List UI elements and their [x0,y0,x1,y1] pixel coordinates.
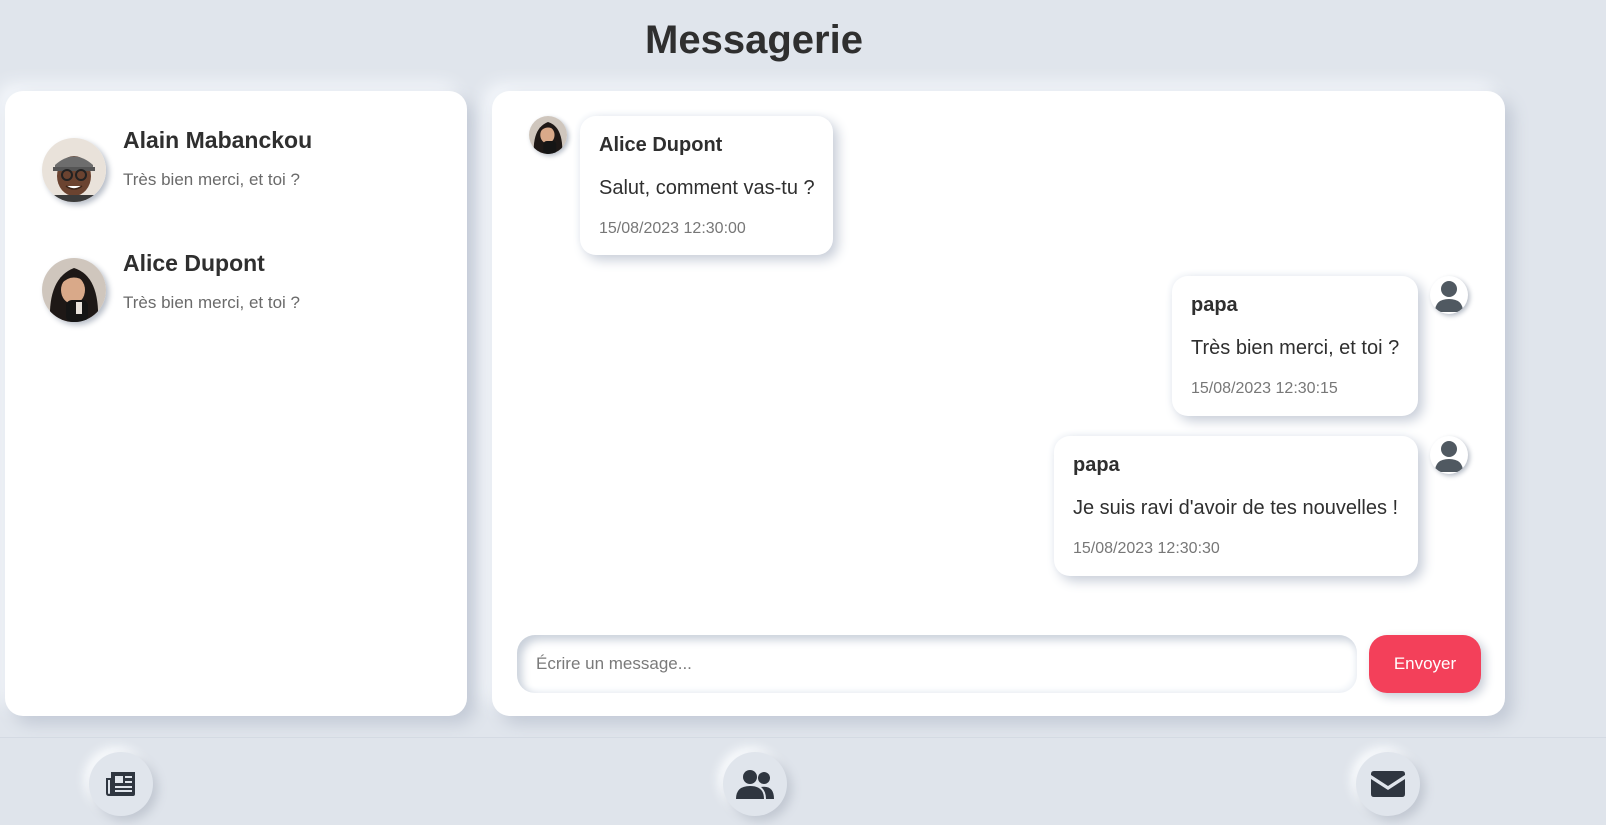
message-bubble: papa Je suis ravi d'avoir de tes nouvell… [1054,436,1418,576]
message-author: papa [1191,294,1238,316]
nav-friends-button[interactable] [723,752,787,816]
message-text: Très bien merci, et toi ? [1191,337,1400,359]
nav-messages-button[interactable] [1356,752,1420,816]
message-avatar [529,116,567,154]
contact-name: Alice Dupont [123,250,265,276]
contact-item-alice-dupont[interactable]: Alice Dupont Très bien merci, et toi ? [42,250,442,340]
contacts-panel: Alain Mabanckou Très bien merci, et toi … [5,91,467,716]
user-icon [1430,276,1468,314]
nav-news-button[interactable] [89,752,153,816]
bottom-nav [0,737,1606,825]
message-input[interactable] [517,635,1357,693]
contact-name: Alain Mabanckou [123,127,313,153]
newspaper-icon [106,772,135,796]
contact-item-alain-mabanckou[interactable]: Alain Mabanckou Très bien merci, et toi … [42,127,442,217]
envelope-icon [1371,771,1405,797]
message-author: Alice Dupont [599,134,723,156]
message-author: papa [1073,454,1120,476]
contact-avatar [42,138,106,202]
message-timestamp: 15/08/2023 12:30:15 [1191,380,1338,397]
message-timestamp: 15/08/2023 12:30:30 [1073,540,1220,557]
message-text: Salut, comment vas-tu ? [599,177,815,199]
users-icon [736,770,774,799]
message-bubble: papa Très bien merci, et toi ? 15/08/202… [1172,276,1418,416]
message-bubble: Alice Dupont Salut, comment vas-tu ? 15/… [580,116,833,255]
send-button[interactable]: Envoyer [1369,635,1481,693]
contact-last-message: Très bien merci, et toi ? [123,293,300,312]
chat-panel: Alice Dupont Salut, comment vas-tu ? 15/… [492,91,1505,716]
contact-avatar [42,258,106,322]
message-text: Je suis ravi d'avoir de tes nouvelles ! [1073,497,1399,519]
page-title: Messagerie [645,18,863,62]
contact-last-message: Très bien merci, et toi ? [123,170,300,189]
user-icon [1430,436,1468,474]
message-input-wrapper [517,635,1357,693]
message-timestamp: 15/08/2023 12:30:00 [599,220,746,237]
